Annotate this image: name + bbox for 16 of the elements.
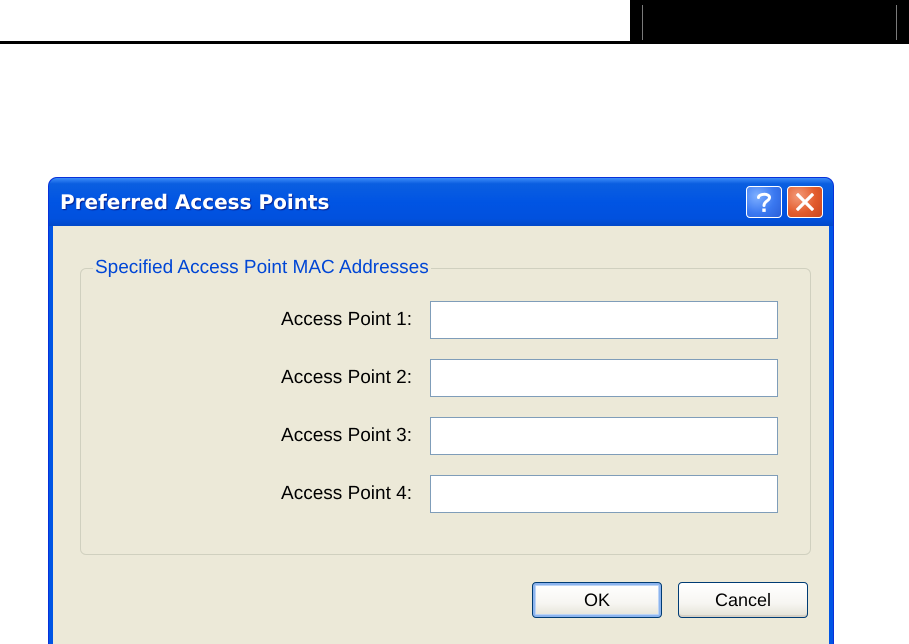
ok-button[interactable]: OK xyxy=(532,582,662,618)
cancel-button[interactable]: Cancel xyxy=(678,582,808,618)
close-icon xyxy=(796,193,814,211)
field-label: Access Point 1: xyxy=(280,309,412,331)
group-title: Specified Access Point MAC Addresses xyxy=(94,257,430,279)
window-title: Preferred Access Points xyxy=(60,190,330,214)
close-button[interactable] xyxy=(787,186,823,218)
input-field[interactable] xyxy=(430,417,778,455)
input-field[interactable] xyxy=(430,475,778,513)
help-button[interactable] xyxy=(746,186,782,218)
field-label: Access Point 3: xyxy=(280,425,412,447)
input-field[interactable] xyxy=(430,359,778,397)
input-field[interactable] xyxy=(430,301,778,339)
help-icon xyxy=(756,191,772,213)
field-label: Access Point 2: xyxy=(280,367,412,389)
field-label: Access Point 4: xyxy=(280,483,412,505)
